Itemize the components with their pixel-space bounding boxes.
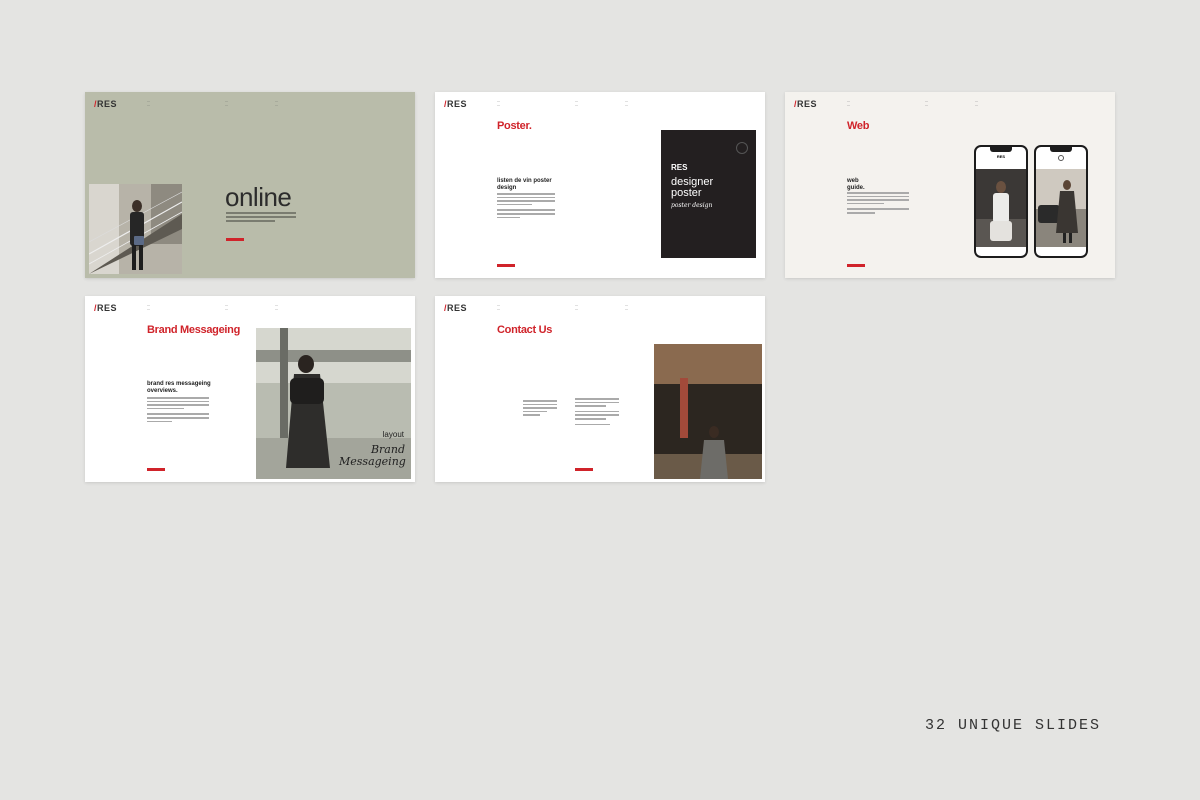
- poster-cta-button[interactable]: [497, 264, 515, 267]
- slide-count-caption: 32 UNIQUE SLIDES: [925, 717, 1102, 734]
- poster-logo: RES: [671, 163, 688, 172]
- poster-mockup: RES designer poster poster design: [661, 130, 756, 258]
- brand-photo: layout Brand Messageing: [256, 328, 411, 479]
- slide-web[interactable]: /RES — — — — — — Web web guide. RES: [785, 92, 1115, 278]
- logo: /RES: [94, 303, 118, 313]
- header-address-3: — —: [625, 99, 628, 107]
- online-body: [226, 212, 296, 222]
- brand-title: Brand Messageing: [147, 324, 241, 336]
- contact-photo: [654, 344, 762, 479]
- poster-script: poster design: [671, 202, 713, 209]
- header-address-1: — —: [497, 303, 500, 311]
- contact-title: Contact Us: [497, 324, 553, 336]
- header-address-3: — —: [275, 303, 278, 311]
- phone-logo: RES: [996, 154, 1006, 159]
- slide-brand-messageing[interactable]: /RES — — — — — — Brand Messageing brand res…: [85, 296, 415, 482]
- brand-subhead: brand res messageing overviews.: [147, 381, 211, 394]
- brand-overlay-small: layout: [382, 430, 404, 439]
- stairway-photo: [89, 184, 182, 274]
- web-body: [847, 192, 909, 214]
- phone-mockup-1: RES: [974, 145, 1028, 258]
- web-title: Web: [847, 120, 870, 132]
- web-subhead: web guide.: [847, 178, 865, 191]
- logo: /RES: [444, 99, 468, 109]
- online-cta-button[interactable]: [226, 238, 244, 241]
- poster-subhead: listen de vin poster design: [497, 178, 552, 191]
- phone-clock-icon: [1058, 155, 1064, 161]
- brand-overlay-script: Brand Messageing: [339, 443, 406, 468]
- header-address-3: — —: [625, 303, 628, 311]
- header-address-1: — —: [847, 99, 850, 107]
- brand-body: [147, 397, 209, 423]
- logo: /RES: [444, 303, 468, 313]
- slide-poster[interactable]: /RES — — — — — — Poster. listen de vin post…: [435, 92, 765, 278]
- contact-address: [523, 400, 557, 416]
- logo: /RES: [794, 99, 818, 109]
- header-address-3: — —: [975, 99, 978, 107]
- slide-contact-us[interactable]: /RES — — — — — — Contact Us: [435, 296, 765, 482]
- header-address-1: — —: [497, 99, 500, 107]
- poster-body: [497, 193, 555, 219]
- online-headline: online: [225, 182, 292, 212]
- logo: /RES: [94, 99, 118, 109]
- header-address-1: — —: [147, 303, 150, 311]
- slide-online[interactable]: /RES — — — — — — online: [85, 92, 415, 278]
- contact-cta-button[interactable]: [575, 468, 593, 471]
- poster-circle-icon: [736, 142, 748, 154]
- poster-heading: designer poster: [671, 176, 714, 199]
- phone-mockup-2: [1034, 145, 1088, 258]
- header-address-1: — —: [147, 99, 150, 107]
- web-cta-button[interactable]: [847, 264, 865, 267]
- header-address-3: — —: [275, 99, 278, 107]
- brand-cta-button[interactable]: [147, 468, 165, 471]
- poster-title: Poster.: [497, 120, 532, 132]
- contact-details: [575, 398, 619, 426]
